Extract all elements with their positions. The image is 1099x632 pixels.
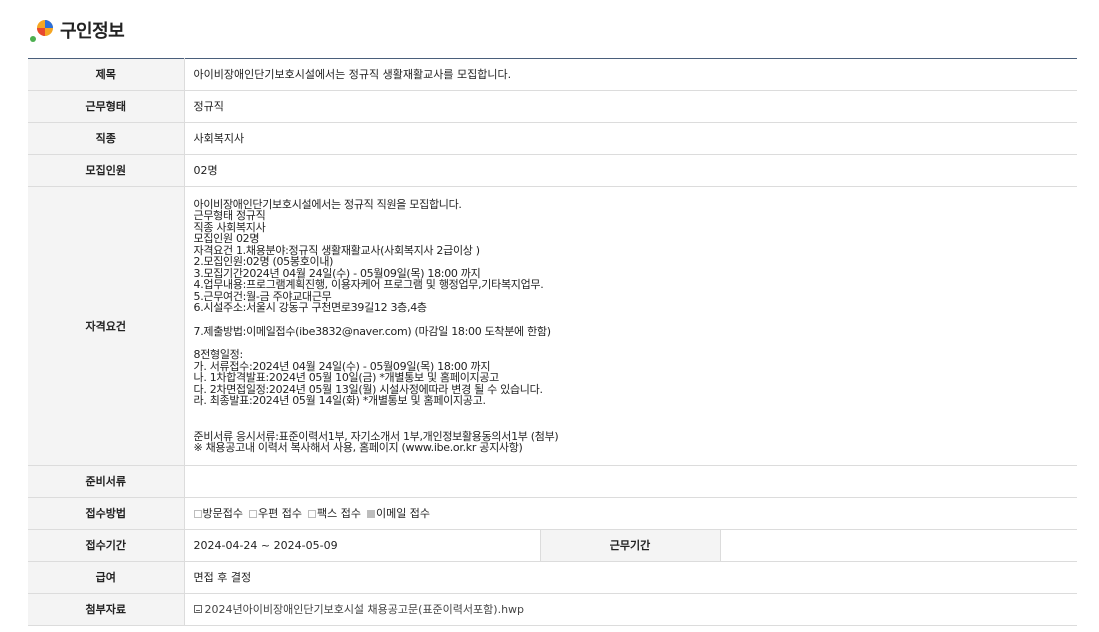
value-work-type: 정규직 [184,90,1077,123]
label-job-type: 직종 [28,122,185,155]
attachment-download-link[interactable]: 2024년아이비장애인단기보호시설 채용공고문(표준이력서포함).hwp [205,603,525,616]
requirement-line: 직종 사회복지사 [193,220,266,234]
job-info-table: 제목 아이비장애인단기보호시설에서는 정규직 생활재활교사를 모집합니다. 근무… [28,58,1077,626]
requirement-line: 8전형일정: [193,348,244,361]
value-work-period [720,529,1077,562]
label-work-type: 근무형태 [28,90,185,123]
method-fax: 팩스 접수 [307,507,361,520]
row-documents: 준비서류 [28,465,1077,498]
attachment-icon [193,605,202,613]
checkbox-checked-icon [366,509,375,518]
value-salary: 면접 후 결정 [184,561,1077,594]
value-method: 방문접수 우편 접수 팩스 접수 이메일 접수 [184,497,1078,530]
logo-icon [28,15,58,45]
label-documents: 준비서류 [28,465,185,498]
label-salary: 급여 [28,561,185,594]
page-title: 구인정보 [60,21,125,42]
value-headcount: 02명 [184,154,1077,187]
label-method: 접수방법 [28,497,185,530]
value-attachment: 2024년아이비장애인단기보호시설 채용공고문(표준이력서포함).hwp [184,593,1077,626]
value-period: 2024-04-24 ~ 2024-05-09 [184,529,540,562]
label-requirements: 자격요건 [28,186,185,466]
value-job-type: 사회복지사 [184,122,1077,155]
requirement-line: 2.모집인원:02명 (05봉호이내) [193,255,334,268]
requirement-line: 나. 1차합격발표:2024년 05월 10일(금) *개별통보 및 홈페이지공… [193,371,500,384]
method-label: 방문접수 [202,507,243,520]
row-period: 접수기간 2024-04-24 ~ 2024-05-09 근무기간 [28,529,1077,562]
checkbox-icon [248,509,257,518]
method-email: 이메일 접수 [366,507,431,520]
row-attachment: 첨부자료 2024년아이비장애인단기보호시설 채용공고문(표준이력서포함).hw… [28,593,1077,626]
requirement-line: 6.시설주소:서울시 강동구 구천면로39길12 3층,4층 [193,301,428,314]
row-method: 접수방법 방문접수 우편 접수 팩스 접수 이메일 접수 [28,497,1078,530]
requirement-line: 모집인원 02명 [193,232,260,245]
method-visit: 방문접수 [193,507,243,520]
label-headcount: 모집인원 [28,154,185,187]
value-title: 아이비장애인단기보호시설에서는 정규직 생활재활교사를 모집합니다. [184,58,1077,91]
row-headcount: 모집인원 02명 [28,154,1077,187]
requirement-line: 아이비장애인단기보호시설에서는 정규직 직원을 모집합니다. [193,197,462,211]
row-salary: 급여 면접 후 결정 [28,561,1077,594]
checkbox-icon [307,509,316,518]
requirement-line: ※ 채용공고내 이력서 복사해서 사용, 홈페이지 (www.ibe.or.kr… [193,441,523,454]
method-label: 우편 접수 [257,507,302,520]
requirement-line: 라. 최종발표:2024년 05월 14일(화) *개별통보 및 홈페이지공고. [193,394,486,407]
requirement-line: 7.제출방법:이메일접수(ibe3832@naver.com) (마감일 18:… [193,324,552,338]
requirement-line: 4.업무내용:프로그램계획진행, 이용자케어 프로그램 및 행정업무,기타복지업… [193,278,544,291]
method-mail: 우편 접수 [248,507,302,520]
value-requirements: 아이비장애인단기보호시설에서는 정규직 직원을 모집합니다. 근무형태 정규직 … [184,186,1078,466]
row-requirements: 자격요건 아이비장애인단기보호시설에서는 정규직 직원을 모집합니다. 근무형태… [28,186,1078,466]
requirement-line: 근무형태 정규직 [193,209,266,222]
label-title: 제목 [28,58,185,91]
row-job-type: 직종 사회복지사 [28,122,1077,155]
label-period: 접수기간 [28,529,185,562]
label-attachment: 첨부자료 [28,593,185,626]
value-documents [184,465,1077,498]
page-header: 구인정보 [28,15,125,45]
label-work-period: 근무기간 [539,529,721,562]
method-label: 팩스 접수 [316,507,361,520]
method-label: 이메일 접수 [375,507,431,520]
method-options: 방문접수 우편 접수 팩스 접수 이메일 접수 [193,507,1078,520]
checkbox-icon [193,509,202,518]
row-title: 제목 아이비장애인단기보호시설에서는 정규직 생활재활교사를 모집합니다. [28,58,1077,91]
row-work-type: 근무형태 정규직 [28,90,1077,123]
